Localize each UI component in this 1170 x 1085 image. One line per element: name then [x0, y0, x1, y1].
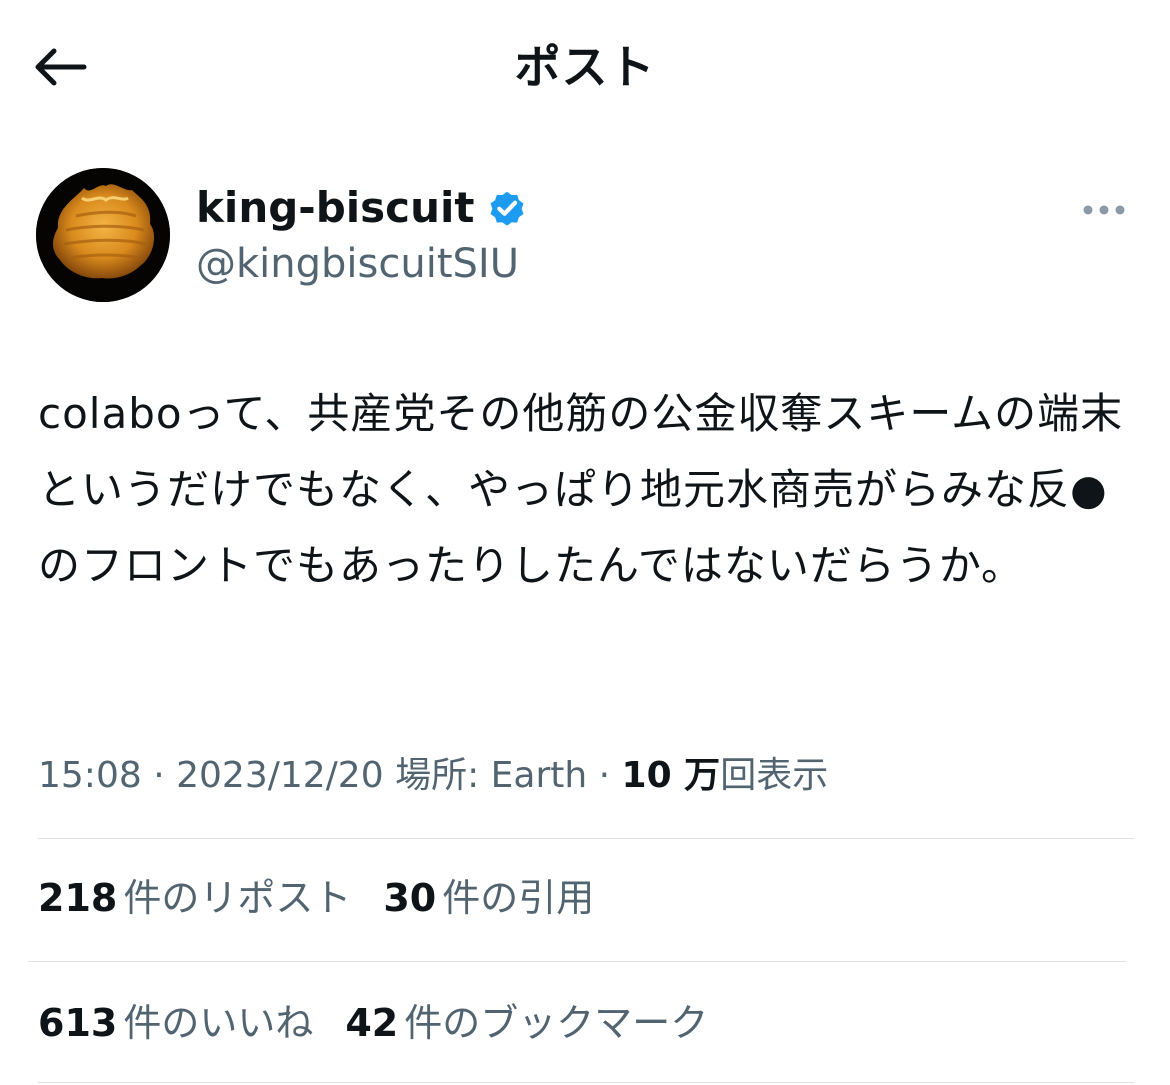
divider: [38, 1082, 1134, 1083]
likes-stat[interactable]: 613 件のいいね: [38, 993, 313, 1053]
bookmarks-label: 件のブックマーク: [404, 1001, 709, 1045]
stats-row-likes: 613 件のいいね 42 件のブックマーク: [38, 993, 740, 1053]
meta-separator: ·: [598, 755, 611, 796]
quotes-label: 件の引用: [442, 876, 595, 920]
author-handle[interactable]: @kingbiscuitSIU: [196, 238, 519, 290]
likes-label: 件のいいね: [123, 1001, 314, 1045]
avatar[interactable]: [36, 168, 170, 302]
post-time[interactable]: 15:08: [38, 755, 142, 796]
reposts-count: 218: [38, 876, 118, 920]
likes-count: 613: [38, 1001, 118, 1045]
page-title: ポスト: [514, 40, 656, 94]
reposts-stat[interactable]: 218 件のリポスト: [38, 868, 351, 928]
quotes-count: 30: [383, 876, 437, 920]
author-name-text: king-biscuit: [196, 183, 475, 232]
post-date[interactable]: 2023/12/20: [176, 755, 384, 796]
bookmarks-stat[interactable]: 42 件のブックマーク: [345, 993, 708, 1053]
post-meta: 15:08 · 2023/12/20 場所: Earth · 10 万回表示: [38, 748, 828, 804]
bookmarks-count: 42: [345, 1001, 399, 1045]
stats-row-reposts: 218 件のリポスト 30 件の引用: [38, 868, 626, 928]
meta-separator: ·: [153, 755, 165, 796]
post-text: colaboって、共産党その他筋の公金収奪スキームの端末というだけでもなく、やっ…: [38, 389, 1124, 590]
divider: [28, 961, 1126, 962]
quotes-stat[interactable]: 30 件の引用: [383, 868, 594, 928]
more-options-button[interactable]: [1074, 190, 1134, 230]
author-row: king-biscuit @kingbiscuitSIU: [36, 168, 1134, 304]
author-name[interactable]: king-biscuit: [196, 182, 528, 234]
views-count: 10 万: [621, 755, 721, 796]
views-label: 回表示: [720, 755, 829, 796]
avatar-image: [36, 168, 170, 302]
verified-badge-icon: [491, 191, 524, 226]
reposts-label: 件のリポスト: [123, 876, 352, 920]
ellipsis-icon: [1083, 205, 1125, 215]
top-bar: ポスト: [0, 0, 1170, 132]
divider: [38, 838, 1134, 839]
post-location: 場所: Earth: [395, 755, 588, 796]
